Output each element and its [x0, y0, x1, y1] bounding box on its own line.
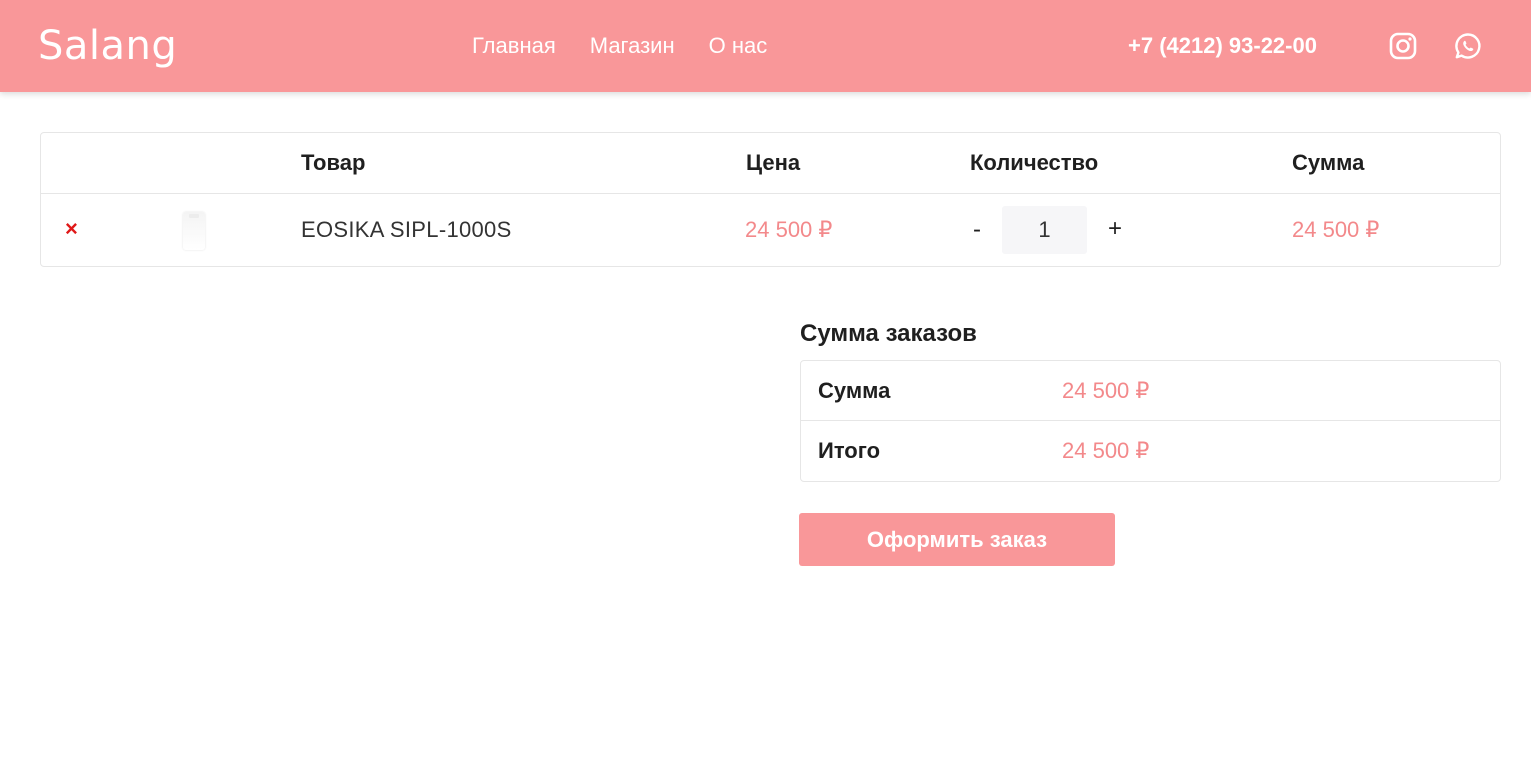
quantity-input[interactable]	[1002, 206, 1087, 254]
column-header-sum: Сумма	[1292, 150, 1365, 175]
column-header-quantity: Количество	[970, 150, 1099, 175]
phone-number[interactable]: +7 (4212) 93-22-00	[1128, 32, 1317, 60]
remove-item-icon[interactable]: ×	[65, 214, 78, 244]
cart-table-header: Товар Цена Количество Сумма	[41, 133, 1500, 194]
checkout-button[interactable]: Оформить заказ	[799, 513, 1115, 566]
nav-link-home[interactable]: Главная	[472, 32, 556, 60]
instagram-icon[interactable]	[1388, 31, 1418, 61]
product-thumbnail[interactable]	[183, 212, 205, 250]
order-totals-table: Сумма 24 500 ₽ Итого 24 500 ₽	[800, 360, 1501, 482]
column-header-product: Товар	[301, 150, 366, 175]
site-header: Salang Главная Магазин О нас +7 (4212) 9…	[0, 0, 1531, 92]
product-price: 24 500 ₽	[745, 217, 833, 242]
site-logo[interactable]: Salang	[38, 20, 177, 72]
cart-table: Товар Цена Количество Сумма × EOSIKA SIP…	[40, 132, 1501, 267]
column-header-price: Цена	[746, 150, 801, 175]
nav-link-about[interactable]: О нас	[709, 32, 768, 60]
subtotal-label: Сумма	[818, 378, 891, 403]
nav-link-shop[interactable]: Магазин	[590, 32, 675, 60]
order-totals-title: Сумма заказов	[800, 320, 977, 347]
subtotal-value: 24 500 ₽	[1062, 378, 1150, 403]
quantity-decrease-button[interactable]: -	[969, 216, 985, 244]
whatsapp-icon[interactable]	[1453, 31, 1483, 61]
total-label: Итого	[818, 438, 881, 463]
product-name[interactable]: EOSIKA SIPL-1000S	[301, 216, 512, 244]
total-value: 24 500 ₽	[1062, 438, 1150, 463]
main-nav: Главная Магазин О нас	[472, 32, 767, 60]
product-line-sum: 24 500 ₽	[1292, 217, 1380, 242]
quantity-increase-button[interactable]: +	[1105, 215, 1125, 243]
total-row: Итого 24 500 ₽	[801, 421, 1500, 481]
subtotal-row: Сумма 24 500 ₽	[801, 361, 1500, 421]
table-row: × EOSIKA SIPL-1000S 24 500 ₽ - + 24 500 …	[41, 194, 1500, 267]
